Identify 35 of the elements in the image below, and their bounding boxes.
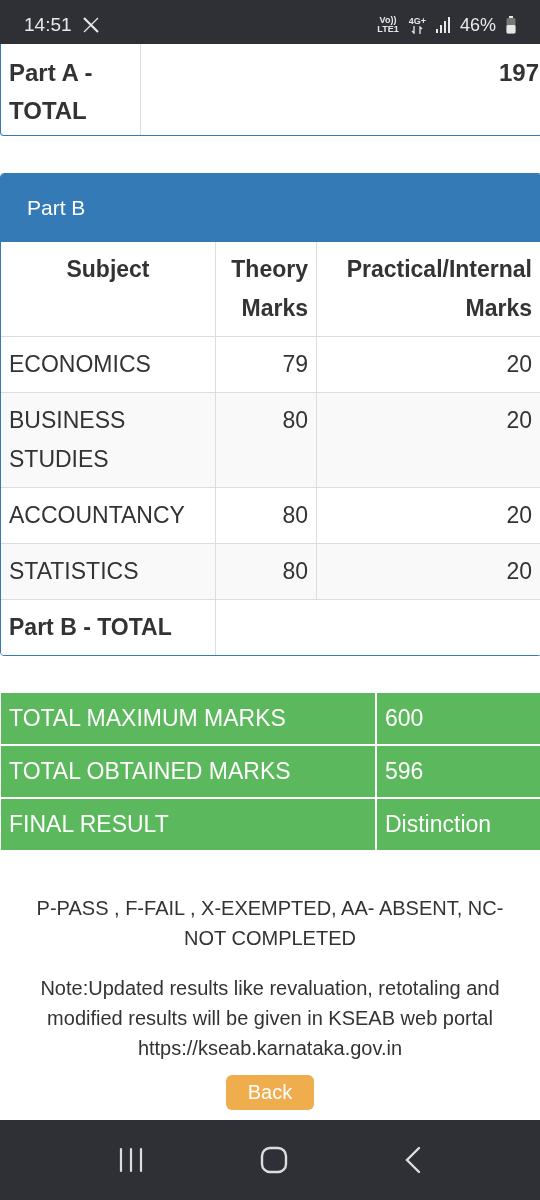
signal-icon [435,17,450,33]
note-text: Note:Updated results like revaluation, retotaling and modified results will be given in KSEAB web portal https://kseab.karnataka.gov.in [39,976,501,1061]
back-button[interactable]: Back [225,1075,315,1110]
table-cell: 80 [216,393,317,488]
home-icon [260,1146,288,1174]
table-cell: 20 [317,544,540,600]
status-time: 14:51 [24,14,72,36]
summary-label: TOTAL MAXIMUM MARKS [0,692,376,745]
table-cell: ECONOMICS [1,337,216,393]
column-header: Theory Marks [216,242,317,337]
column-header: Subject [1,242,216,337]
summary-label: FINAL RESULT [0,798,376,851]
back-icon [404,1146,422,1174]
summary-value: 600 [376,692,540,745]
table-cell: 80 [216,544,317,600]
recent-apps-icon [118,1147,144,1173]
battery-icon [506,16,516,34]
table-cell-text: 197 [497,58,540,88]
summary-label: TOTAL OBTAINED MARKS [0,745,376,798]
table-cell: 80 [216,488,317,544]
table-cell: STATISTICS [1,544,216,600]
volte-indicator: Vo)) LTE1 [377,16,399,34]
panel-heading: Part B [1,174,540,242]
data-indicator: 4G+ [408,16,426,34]
legend-text: P-PASS , F-FAIL , X-EXEMPTED, AA- ABSENT, NC-NOT COMPLETED [35,896,505,951]
summary-value: 596 [376,745,540,798]
table-cell: 79 [216,337,317,393]
table-cell: 20 [317,393,540,488]
battery-percent: 46% [459,14,496,36]
table-cell: Part A - TOTAL [1,44,141,135]
summary-value: Distinction [376,798,540,851]
table-cell: BUSINESS STUDIES [1,393,216,488]
x-icon [81,16,100,34]
table-cell: ACCOUNTANCY [1,488,216,544]
table-cell: Part B - TOTAL [1,600,216,655]
